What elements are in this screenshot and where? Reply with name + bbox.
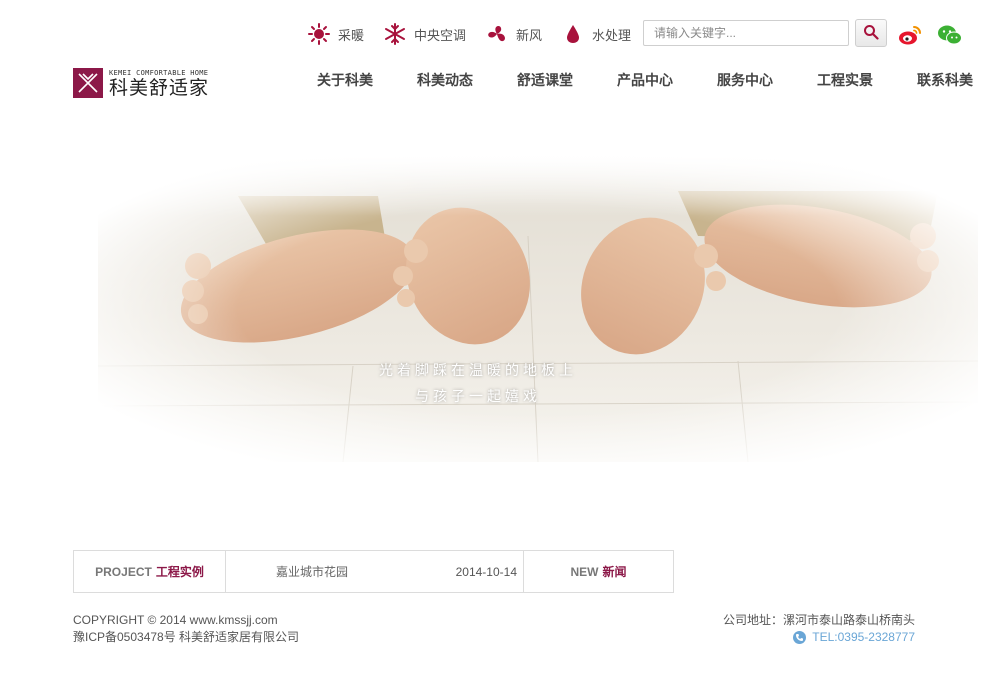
category-water[interactable]: 水处理 <box>560 21 631 47</box>
news-en-label: NEW <box>570 564 599 579</box>
category-fresh-air[interactable]: 新风 <box>484 21 542 47</box>
search-box <box>643 20 849 46</box>
sun-icon <box>306 21 332 47</box>
category-central-ac[interactable]: 中央空调 <box>382 21 466 47</box>
main-nav: 关于科美 科美动态 舒适课堂 产品中心 服务中心 工程实景 联系科美 <box>317 70 1000 90</box>
category-label: 中央空调 <box>414 27 467 43</box>
search-icon <box>863 24 879 43</box>
footer-right: 公司地址：漯河市泰山路泰山桥南头 TEL:0395-2328777 <box>723 612 915 646</box>
telephone: TEL:0395-2328777 <box>723 629 915 646</box>
hero-banner[interactable]: 光着脚踩在温暖的地板上 与孩子一起嬉戏 <box>97 156 979 463</box>
category-label: 水处理 <box>592 27 632 43</box>
category-heating[interactable]: 采暖 <box>306 21 364 47</box>
category-label: 采暖 <box>338 27 365 43</box>
project-cn-label: 工程实例 <box>155 565 204 579</box>
telephone-number: TEL:0395-2328777 <box>812 630 915 644</box>
logo-chinese: 科美舒适家 <box>109 76 210 99</box>
hero-image <box>97 156 979 463</box>
nav-contact[interactable]: 联系科美 <box>917 70 1000 90</box>
address-text: 公司地址：漯河市泰山路泰山桥南头 <box>722 613 915 627</box>
project-item-date: 2014-10-14 <box>455 564 517 579</box>
hero-caption-line2: 与孩子一起嬉戏 <box>415 389 541 405</box>
search-input[interactable] <box>644 21 848 45</box>
nav-about[interactable]: 关于科美 <box>317 70 417 90</box>
phone-icon <box>793 631 807 644</box>
logo-mark-icon <box>73 68 103 98</box>
nav-products[interactable]: 产品中心 <box>617 70 717 90</box>
water-drop-icon <box>560 21 586 47</box>
search-button[interactable] <box>855 19 887 47</box>
project-item[interactable]: 嘉业城市花园 2014-10-14 <box>226 551 524 592</box>
info-bar: PROJECT 工程实例 嘉业城市花园 2014-10-14 NEW 新闻 <box>73 550 674 593</box>
snowflake-icon <box>382 21 408 47</box>
footer-left: COPYRIGHT © 2014 www.kmssjj.com 豫ICP备050… <box>73 612 299 646</box>
hero-caption-line1: 光着脚踩在温暖的地板上 <box>379 363 577 379</box>
nav-news[interactable]: 科美动态 <box>417 70 517 90</box>
category-label: 新风 <box>516 27 543 43</box>
project-en-label: PROJECT <box>95 564 152 579</box>
nav-classroom[interactable]: 舒适课堂 <box>517 70 617 90</box>
news-cn-label: 新闻 <box>602 565 627 579</box>
nav-service[interactable]: 服务中心 <box>717 70 817 90</box>
project-heading[interactable]: PROJECT 工程实例 <box>74 551 226 592</box>
logo-text: KEMEI COMFORTABLE HOME 科美舒适家 <box>109 69 209 98</box>
news-heading[interactable]: NEW 新闻 <box>524 551 673 592</box>
fan-icon <box>484 21 510 47</box>
project-item-title: 嘉业城市花园 <box>276 565 349 579</box>
category-bar: 采暖 中央空调 新风 水处理 <box>306 18 649 50</box>
hero-caption: 光着脚踩在温暖的地板上 与孩子一起嬉戏 <box>98 358 858 410</box>
wechat-icon[interactable] <box>937 23 963 47</box>
icp-text: 豫ICP备0503478号 科美舒适家居有限公司 <box>73 630 300 644</box>
site-logo[interactable]: KEMEI COMFORTABLE HOME 科美舒适家 <box>73 68 209 98</box>
weibo-icon[interactable] <box>897 23 923 47</box>
nav-projects[interactable]: 工程实景 <box>817 70 917 90</box>
copyright-text: COPYRIGHT © 2014 www.kmssjj.com <box>73 613 278 627</box>
